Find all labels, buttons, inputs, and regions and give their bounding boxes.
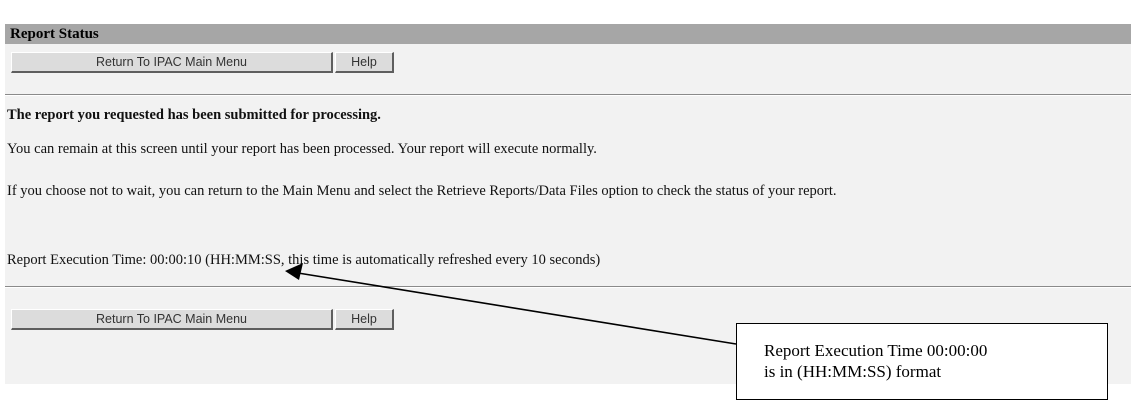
- divider-bottom: [5, 286, 1131, 288]
- return-to-main-menu-button-bottom[interactable]: Return To IPAC Main Menu: [11, 309, 333, 330]
- callout-line-2: is in (HH:MM:SS) format: [764, 362, 942, 381]
- return-to-main-menu-button-top[interactable]: Return To IPAC Main Menu: [11, 52, 333, 73]
- title-bar: [5, 24, 1131, 44]
- execution-time-text: Report Execution Time: 00:00:10 (HH:MM:S…: [7, 252, 601, 268]
- remain-paragraph: You can remain at this screen until your…: [7, 141, 597, 157]
- help-button-top[interactable]: Help: [335, 52, 394, 73]
- page: Report Status Return To IPAC Main Menu H…: [0, 0, 1148, 406]
- callout-line-1: Report Execution Time 00:00:00: [764, 341, 988, 360]
- help-button-bottom[interactable]: Help: [335, 309, 394, 330]
- annotation-callout: Report Execution Time 00:00:00 is in (HH…: [736, 323, 1108, 400]
- submitted-heading: The report you requested has been submit…: [7, 107, 381, 123]
- divider-top: [5, 94, 1131, 96]
- page-title: Report Status: [10, 26, 99, 42]
- return-paragraph: If you choose not to wait, you can retur…: [7, 183, 837, 199]
